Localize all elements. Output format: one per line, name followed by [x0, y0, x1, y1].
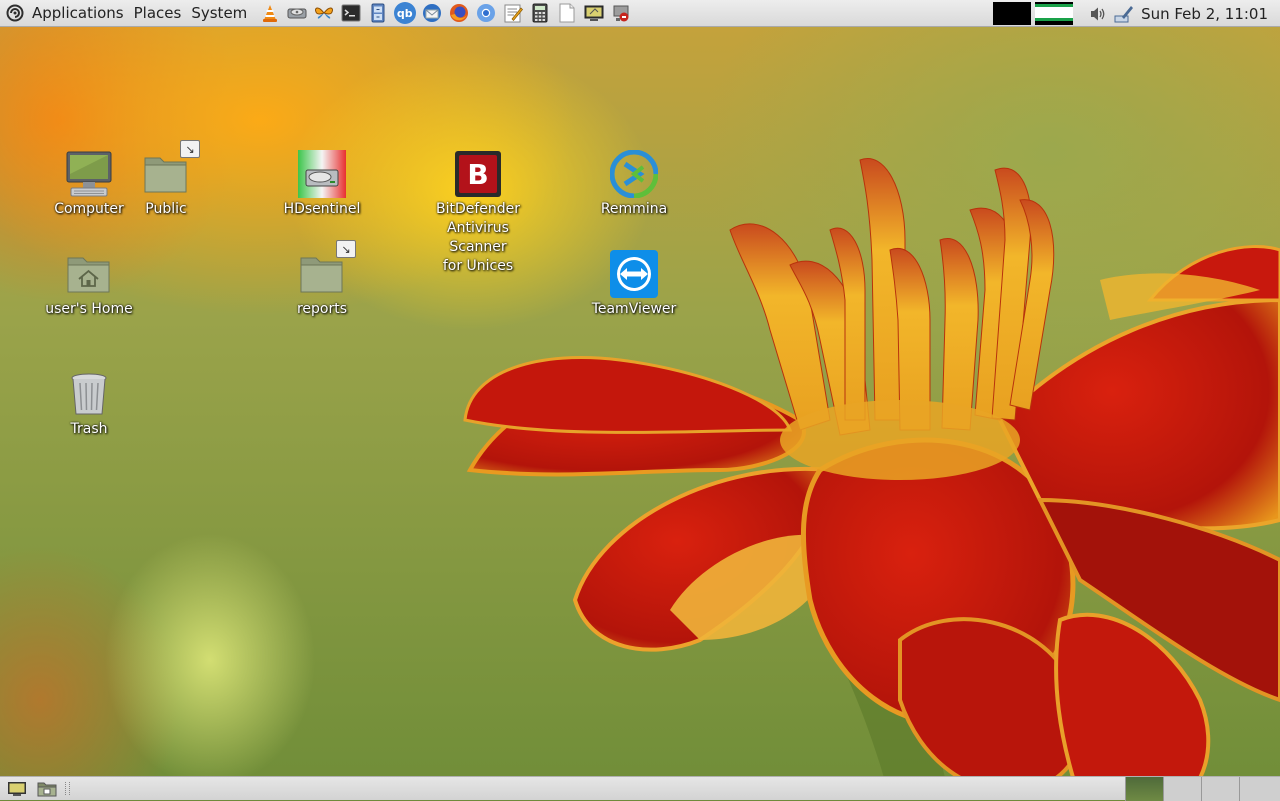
desktop-icon-label: Public: [145, 201, 187, 217]
desktop-icon-home[interactable]: user's Home: [29, 250, 149, 319]
desktop-icon-bitdefender[interactable]: B BitDefender Antivirus Scanner for Unic…: [418, 150, 538, 276]
desktop-icon-hdsentinel[interactable]: HDsentinel: [262, 150, 382, 219]
desktop-icon-label: user's Home: [45, 301, 133, 317]
qbittorrent-icon[interactable]: qb: [393, 2, 416, 24]
volume-icon[interactable]: [1087, 3, 1109, 25]
panel-separator: [65, 782, 70, 795]
system-tray: Sun Feb 2, 11:01: [993, 0, 1280, 27]
file-manager-icon[interactable]: [37, 780, 57, 797]
teamviewer-icon: [610, 250, 658, 298]
firefox-icon[interactable]: [448, 2, 470, 24]
calculator-icon[interactable]: [529, 2, 551, 24]
workspace-1[interactable]: [1125, 777, 1163, 801]
desktop-icon-label: TeamViewer: [591, 301, 677, 317]
network-tool-icon[interactable]: [610, 2, 632, 24]
places-menu[interactable]: Places: [129, 0, 187, 27]
remmina-icon: [610, 150, 658, 198]
home-folder-icon: [65, 250, 113, 298]
trash-icon: [65, 370, 113, 418]
workspace-2[interactable]: [1163, 777, 1201, 801]
terminal-icon[interactable]: [340, 2, 362, 24]
desktop-icon-label: Trash: [70, 421, 108, 437]
thunderbird-icon[interactable]: [421, 2, 443, 24]
remote-desktop-icon[interactable]: [583, 2, 605, 24]
system-menu[interactable]: System: [186, 0, 252, 27]
applications-menu[interactable]: Applications: [27, 0, 129, 27]
blank-document-icon[interactable]: [556, 2, 578, 24]
desktop-icon-label: BitDefender Antivirus Scanner for Unices: [435, 201, 521, 274]
desktop-icon-label: reports: [296, 301, 348, 317]
launcher-bar: qb: [256, 2, 634, 24]
disk-utility-icon[interactable]: [286, 2, 308, 24]
top-panel: Applications Places System qb Sun Feb 2,…: [0, 0, 1280, 27]
desktop-icon-label: HDsentinel: [283, 201, 361, 217]
network-monitor-graph[interactable]: [1035, 2, 1074, 25]
butterfly-app-icon[interactable]: [313, 2, 335, 24]
user-switch-icon[interactable]: [1113, 3, 1135, 25]
bitdefender-icon: B: [454, 150, 502, 198]
workspace-4[interactable]: [1239, 777, 1280, 801]
text-editor-icon[interactable]: [502, 2, 524, 24]
bitdefender-glyph: B: [467, 157, 489, 191]
hdsentinel-icon: [298, 150, 346, 198]
show-desktop-icon[interactable]: [7, 780, 27, 797]
desktop-wallpaper: [0, 0, 1280, 800]
symlink-emblem-icon: ↘: [180, 140, 200, 158]
bottom-panel: [0, 776, 1280, 801]
qbittorrent-label: qb: [396, 6, 413, 20]
cpu-monitor-graph[interactable]: [993, 2, 1032, 25]
desktop-icon-teamviewer[interactable]: TeamViewer: [574, 250, 694, 319]
workspace-3[interactable]: [1201, 777, 1239, 801]
folder-icon: ↘: [298, 240, 356, 298]
desktop-icon-public[interactable]: ↘ Public: [106, 140, 226, 219]
desktop-icon-label: Remmina: [600, 201, 668, 217]
desktop-icon-remmina[interactable]: Remmina: [574, 150, 694, 219]
file-cabinet-icon[interactable]: [367, 2, 389, 24]
distro-logo-icon[interactable]: [5, 3, 25, 23]
folder-icon: ↘: [142, 140, 200, 198]
symlink-emblem-icon: ↘: [336, 240, 356, 258]
desktop-icon-trash[interactable]: Trash: [29, 370, 149, 439]
desktop-icon-reports[interactable]: ↘ reports: [262, 240, 382, 319]
clock[interactable]: Sun Feb 2, 11:01: [1141, 5, 1268, 23]
chromium-icon[interactable]: [475, 2, 497, 24]
marigold-flower-image: [463, 158, 1280, 800]
vlc-icon[interactable]: [259, 2, 281, 24]
